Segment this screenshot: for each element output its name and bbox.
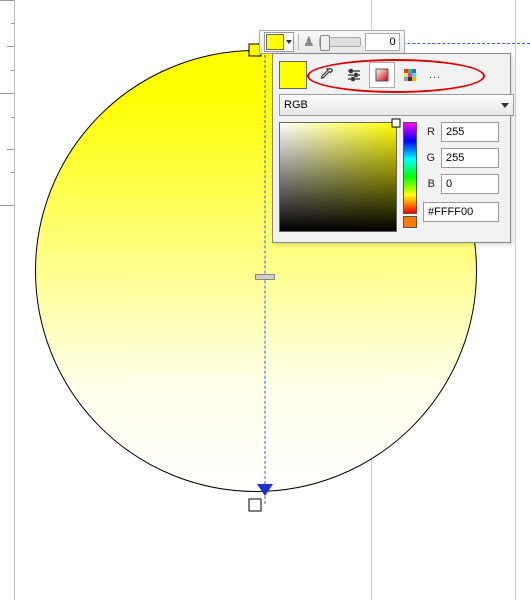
color-picker-panel: ... RGB R 255 G [272, 53, 511, 243]
hue-slider[interactable] [403, 122, 417, 214]
opacity-slider[interactable] [319, 37, 361, 47]
gradient-direction-arrow[interactable] [257, 484, 273, 496]
slider-knob[interactable] [320, 35, 330, 51]
r-value-field[interactable]: 255 [441, 122, 499, 142]
b-value-field[interactable]: 0 [441, 174, 499, 194]
saturation-value-box[interactable] [279, 122, 397, 232]
r-label: R [423, 126, 435, 138]
more-options-button[interactable]: ... [425, 69, 441, 81]
separator [298, 34, 299, 50]
palette-icon[interactable] [397, 62, 423, 88]
transparency-icon[interactable]: ♟ [303, 34, 315, 50]
chevron-down-icon [286, 40, 292, 44]
page-edge-guide [515, 0, 516, 600]
color-mode-value: RGB [284, 99, 308, 111]
gradient-stop-end[interactable] [249, 499, 262, 512]
color-mode-select[interactable]: RGB [279, 94, 514, 116]
opacity-value-field[interactable]: 0 [365, 33, 400, 51]
g-label: G [423, 152, 435, 164]
stop-color-swatch[interactable] [264, 32, 294, 52]
color-stop-toolbar: ♟ 0 [259, 30, 405, 54]
g-value-field[interactable]: 255 [441, 148, 499, 168]
gradient-midpoint-handle[interactable] [255, 274, 275, 280]
gradient-icon[interactable] [369, 62, 395, 88]
hex-value-field[interactable]: #FFFF00 [423, 202, 499, 222]
eyedropper-icon[interactable] [313, 62, 339, 88]
swatch-preview [266, 34, 284, 50]
b-label: B [423, 178, 435, 190]
chevron-down-icon [501, 103, 509, 108]
sliders-icon[interactable] [341, 62, 367, 88]
current-color-swatch[interactable] [279, 61, 307, 89]
hue-preview-swatch [403, 216, 417, 228]
vertical-ruler [0, 0, 15, 600]
sv-cursor[interactable] [392, 119, 401, 128]
